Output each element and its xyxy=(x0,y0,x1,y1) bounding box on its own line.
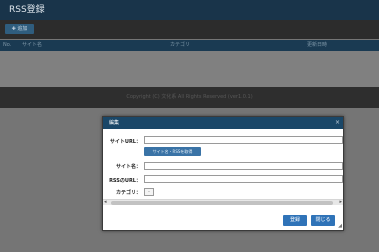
resize-handle-icon[interactable]: ◢ xyxy=(338,224,342,229)
site-url-label: サイトURL： xyxy=(109,139,141,145)
fetch-site-info-button[interactable]: サイト名・RSSを取得 xyxy=(144,147,201,156)
rss-url-input[interactable] xyxy=(144,175,343,183)
column-header-updated[interactable]: 更新日時 xyxy=(307,40,327,51)
scrollbar-thumb[interactable] xyxy=(111,201,333,205)
category-select[interactable]: - xyxy=(144,188,154,196)
dialog-title: 編集 xyxy=(103,117,343,129)
close-button[interactable]: 閉じる xyxy=(311,215,335,226)
rss-url-label: RSSのURL： xyxy=(109,178,141,184)
column-header-category[interactable]: カテゴリ xyxy=(170,40,190,51)
register-button[interactable]: 登録 xyxy=(283,215,307,226)
table-body xyxy=(0,51,379,87)
scroll-left-icon[interactable]: ◂ xyxy=(104,199,107,205)
site-name-input[interactable] xyxy=(144,162,343,170)
site-url-input[interactable] xyxy=(144,136,343,144)
footer-copyright: Copyright (C) 文化系 All Rights Reserved (v… xyxy=(0,87,379,108)
column-header-no[interactable]: No. xyxy=(3,40,11,51)
category-label: カテゴリ： xyxy=(115,190,141,196)
toolbar: ✚ 追加 xyxy=(0,20,379,39)
app-title: RSS登録 xyxy=(0,0,379,20)
scroll-right-icon[interactable]: ▸ xyxy=(339,199,342,205)
add-button[interactable]: ✚ 追加 xyxy=(5,24,34,34)
close-icon[interactable]: × xyxy=(335,117,340,129)
table-header: No. サイト名 カテゴリ 更新日時 xyxy=(0,40,379,51)
site-name-label: サイト名： xyxy=(115,164,141,170)
column-header-site-name[interactable]: サイト名 xyxy=(22,40,42,51)
edit-dialog: 編集 × サイトURL： サイト名・RSSを取得 サイト名： RSSのURL： … xyxy=(102,116,344,231)
horizontal-scrollbar[interactable]: ◂ ▸ xyxy=(103,199,343,205)
